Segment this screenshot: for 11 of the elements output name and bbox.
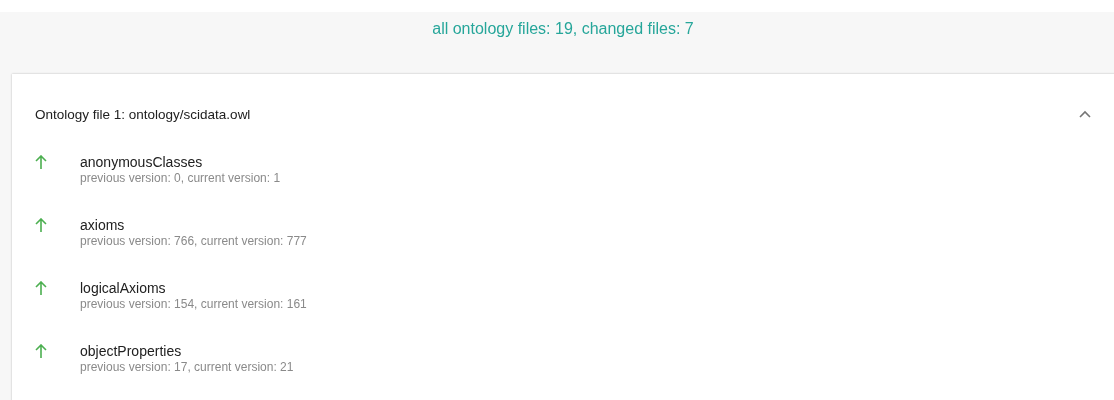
metric-name: anonymousClasses xyxy=(80,154,204,171)
version-detail: previous version: 0, current version: 1 xyxy=(80,171,281,186)
metric-name: axioms xyxy=(80,217,126,234)
version-detail: previous version: 17, current version: 21 xyxy=(80,360,294,375)
summary-text: all ontology files: 19, changed files: 7 xyxy=(432,20,694,37)
metric-name: objectProperties xyxy=(80,343,183,360)
metric-name: logicalAxioms xyxy=(80,280,167,297)
panel-title: Ontology file 1: ontology/scidata.owl xyxy=(35,106,252,122)
version-detail: previous version: 766, current version: 777 xyxy=(80,234,307,249)
chevron-up-icon[interactable] xyxy=(1079,110,1091,118)
version-detail: previous version: 154, current version: 161 xyxy=(80,297,307,312)
